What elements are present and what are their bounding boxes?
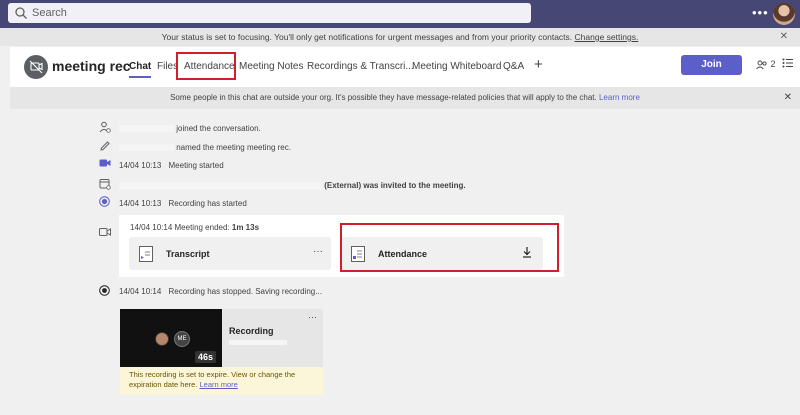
record-icon	[99, 196, 110, 207]
change-settings-link[interactable]: Change settings.	[575, 32, 639, 42]
transcript-label: Transcript	[166, 249, 210, 259]
close-icon[interactable]: ✕	[784, 87, 792, 109]
redacted-name	[119, 125, 174, 133]
attendance-tab-highlight	[176, 52, 236, 80]
tab-meeting-notes[interactable]: Meeting Notes	[239, 61, 303, 72]
app-top-bar: Search •••	[0, 0, 800, 28]
transcript-more-button[interactable]: ···	[313, 246, 323, 257]
profile-avatar[interactable]	[773, 3, 795, 25]
org-banner-text: Some people in this chat are outside you…	[170, 93, 597, 102]
calendar-invite-icon	[99, 179, 111, 190]
redacted-name	[119, 144, 174, 152]
video-camera-icon	[99, 159, 111, 167]
list-item: 14/04 10:13 Recording has started	[119, 199, 247, 208]
redacted-subtitle	[229, 340, 287, 345]
participants-button[interactable]: 2	[756, 59, 776, 70]
external-org-banner: Some people in this chat are outside you…	[10, 87, 800, 109]
left-margin	[0, 47, 10, 415]
chat-title: meeting rec	[52, 58, 131, 74]
recording-title: Recording	[229, 326, 274, 336]
list-item: joined the conversation.	[119, 124, 261, 133]
tab-recordings-transcripts[interactable]: Recordings & Transcri...	[307, 61, 414, 72]
list-item: named the meeting meeting rec.	[119, 143, 291, 152]
transcript-file-icon	[139, 246, 153, 262]
search-input[interactable]: Search	[8, 3, 531, 23]
recording-more-button[interactable]: ···	[308, 312, 317, 322]
recording-thumbnail[interactable]: ME 46s	[120, 309, 222, 367]
join-button[interactable]: Join	[681, 55, 742, 75]
search-placeholder: Search	[32, 7, 67, 19]
chat-header: meeting rec Chat Files Attendance Meetin…	[10, 47, 800, 87]
pencil-icon	[100, 141, 110, 151]
stop-record-icon	[99, 285, 110, 296]
tab-meeting-whiteboard[interactable]: Meeting Whiteboard	[412, 61, 502, 72]
redacted-name	[119, 182, 322, 190]
close-icon[interactable]: ✕	[780, 28, 788, 46]
list-item: 14/04 10:13 Meeting started	[119, 161, 224, 170]
list-item: 14/04 10:14 Recording has stopped. Savin…	[119, 287, 322, 296]
meeting-icon	[29, 60, 43, 74]
recording-card[interactable]: ME 46s Recording ··· This recording is s…	[120, 309, 323, 395]
participants-count: 2	[770, 59, 776, 69]
recording-duration: 46s	[194, 351, 216, 363]
video-camera-icon	[99, 228, 111, 236]
add-tab-button[interactable]: +	[534, 56, 543, 73]
list-item: (External) was invited to the meeting.	[119, 181, 466, 190]
focus-status-banner: Your status is set to focusing. You'll o…	[0, 28, 800, 46]
tab-qa[interactable]: Q&A	[503, 61, 524, 72]
list-icon[interactable]	[782, 58, 794, 71]
tab-files[interactable]: Files	[157, 61, 178, 72]
learn-more-link[interactable]: Learn more	[199, 380, 237, 389]
attendance-tile-highlight	[340, 223, 559, 272]
right-margin	[792, 109, 800, 415]
transcript-tile[interactable]: Transcript ···	[129, 237, 331, 270]
meeting-chat-avatar	[24, 55, 48, 79]
tab-chat[interactable]: Chat	[129, 61, 152, 78]
focus-banner-text: Your status is set to focusing. You'll o…	[161, 32, 573, 42]
meeting-ended-line: 14/04 10:14 Meeting ended: 1m 13s	[130, 223, 260, 232]
search-icon	[15, 7, 27, 19]
learn-more-link[interactable]: Learn more	[599, 93, 640, 102]
participant-avatar	[155, 332, 169, 346]
person-join-icon	[99, 121, 111, 133]
participant-initials-avatar: ME	[174, 331, 190, 347]
more-options-button[interactable]: •••	[752, 5, 769, 20]
recording-expire-notice: This recording is set to expire. View or…	[120, 367, 323, 395]
people-icon	[756, 60, 767, 69]
